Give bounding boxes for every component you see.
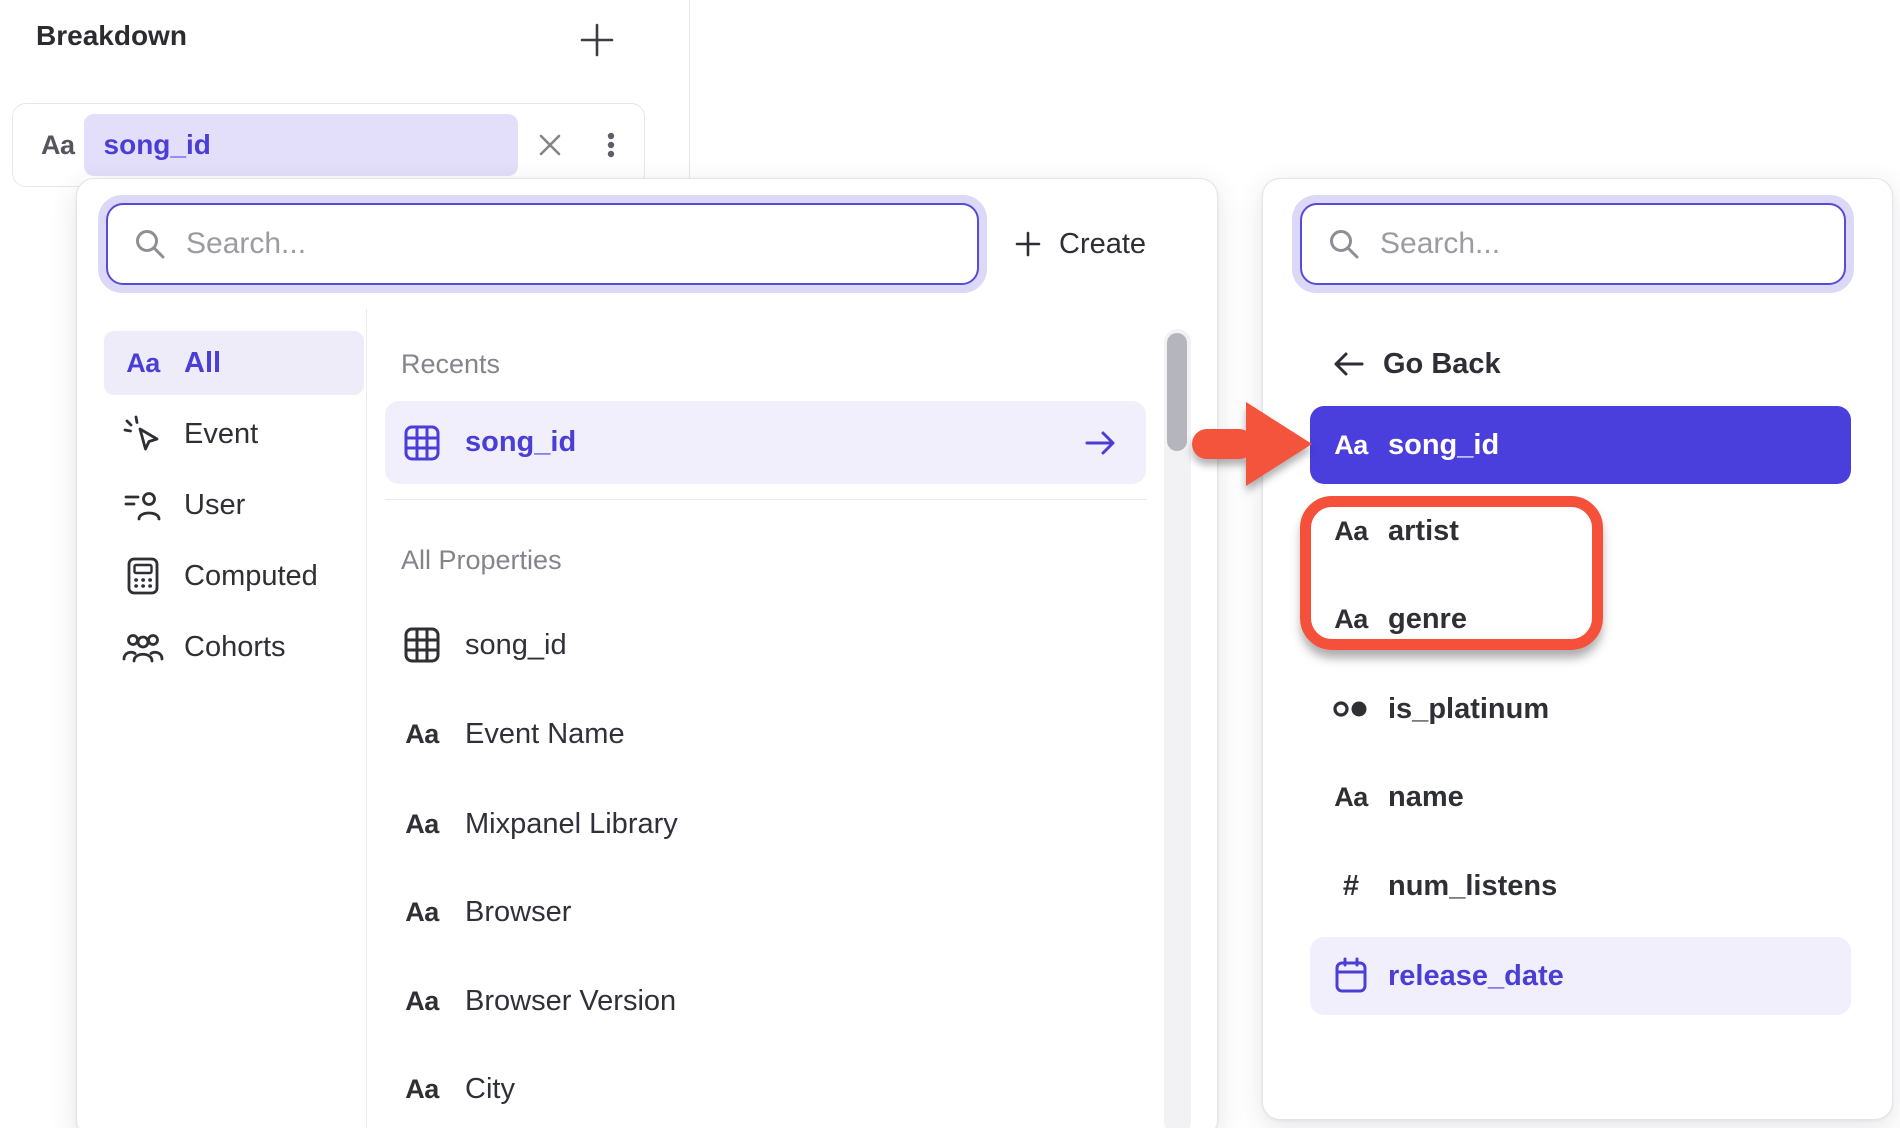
add-breakdown-button[interactable]: [574, 18, 620, 64]
text-type-icon: Aa: [1334, 430, 1368, 461]
left-search-box: [98, 195, 987, 293]
grid-type-icon: [402, 625, 442, 665]
plus-icon: [1013, 229, 1043, 259]
create-button[interactable]: Create: [1013, 195, 1146, 293]
text-type-icon: Aa: [405, 986, 439, 1017]
text-type-icon: Aa: [1334, 782, 1368, 813]
text-type-icon: Aa: [405, 897, 439, 928]
property-label: City: [465, 1073, 515, 1106]
text-type-icon: Aa: [405, 719, 439, 750]
breakdown-title: Breakdown: [36, 20, 187, 52]
property-row-browser-version[interactable]: Aa Browser Version: [385, 972, 1146, 1030]
property-detail-panel: Go Back Aa song_id Aa artist Aa genre is…: [1262, 178, 1893, 1120]
search-icon: [132, 226, 168, 262]
sidebar-item-computed[interactable]: Computed: [104, 544, 364, 608]
create-label: Create: [1059, 228, 1146, 261]
cohorts-icon: [122, 629, 164, 665]
plus-icon: [575, 18, 619, 62]
detail-row-label: name: [1388, 781, 1464, 814]
category-sidebar: Aa All Event User Computed: [104, 331, 364, 686]
detail-row-num-listens[interactable]: # num_listens: [1310, 857, 1851, 915]
sidebar-item-cohorts[interactable]: Cohorts: [104, 615, 364, 679]
scrollbar-thumb[interactable]: [1167, 333, 1187, 451]
sidebar-item-all[interactable]: Aa All: [104, 331, 364, 395]
scrollbar-track[interactable]: [1164, 329, 1191, 1128]
property-label: Event Name: [465, 718, 625, 751]
chip-value-pill[interactable]: song_id: [84, 114, 518, 176]
breakdown-chip: Aa song_id: [12, 103, 645, 187]
close-icon: [533, 128, 567, 162]
detail-row-song-id[interactable]: Aa song_id: [1310, 406, 1851, 484]
recent-item-song-id[interactable]: song_id: [385, 401, 1146, 484]
detail-row-genre[interactable]: Aa genre: [1310, 590, 1851, 648]
sidebar-item-label: User: [184, 489, 245, 522]
detail-row-label: num_listens: [1388, 870, 1557, 903]
detail-row-name[interactable]: Aa name: [1310, 768, 1851, 826]
property-label: Mixpanel Library: [465, 808, 678, 841]
left-search-input[interactable]: [186, 227, 778, 261]
text-type-icon: Aa: [405, 809, 439, 840]
right-search-box: [1292, 195, 1854, 293]
text-type-icon: Aa: [1334, 516, 1368, 547]
detail-row-label: song_id: [1388, 429, 1499, 462]
property-row-mixpanel-library[interactable]: Aa Mixpanel Library: [385, 795, 1146, 853]
kebab-icon: [594, 128, 628, 162]
detail-row-label: is_platinum: [1388, 693, 1549, 726]
chip-options-button[interactable]: [594, 128, 628, 162]
property-row-browser[interactable]: Aa Browser: [385, 883, 1146, 941]
sidebar-item-user[interactable]: User: [104, 473, 364, 537]
screenshot-stage: Breakdown Aa song_id Create: [0, 0, 1900, 1128]
sidebar-item-label: All: [184, 347, 221, 380]
sidebar-item-label: Computed: [184, 560, 318, 593]
sidebar-divider: [366, 309, 367, 1128]
search-icon: [1326, 226, 1362, 262]
property-row-event-name[interactable]: Aa Event Name: [385, 705, 1146, 763]
detail-row-artist[interactable]: Aa artist: [1310, 502, 1851, 560]
detail-row-label: release_date: [1388, 960, 1564, 993]
number-type-icon: #: [1343, 870, 1359, 903]
detail-row-release-date[interactable]: release_date: [1310, 937, 1851, 1015]
property-label: song_id: [465, 629, 567, 662]
right-search-field: [1300, 203, 1846, 285]
right-search-input[interactable]: [1380, 227, 1743, 261]
remove-chip-button[interactable]: [533, 128, 567, 162]
arrow-left-icon: [1331, 348, 1367, 380]
recent-item-label: song_id: [465, 426, 576, 459]
event-cursor-icon: [123, 414, 163, 454]
chip-value: song_id: [104, 129, 211, 161]
recents-header: Recents: [401, 349, 500, 380]
boolean-type-icon: [1330, 694, 1372, 724]
text-type-icon: Aa: [41, 130, 75, 161]
text-type-icon: Aa: [405, 1074, 439, 1105]
sidebar-item-label: Cohorts: [184, 631, 286, 664]
left-search-field: [106, 203, 979, 285]
detail-row-is-platinum[interactable]: is_platinum: [1310, 680, 1851, 738]
sidebar-item-event[interactable]: Event: [104, 402, 364, 466]
property-row-song-id[interactable]: song_id: [385, 616, 1146, 674]
detail-row-label: genre: [1388, 603, 1467, 636]
detail-row-label: artist: [1388, 515, 1459, 548]
property-row-city[interactable]: Aa City: [385, 1060, 1146, 1118]
grid-type-icon: [402, 423, 442, 463]
go-back-label: Go Back: [1383, 348, 1501, 381]
calendar-type-icon: [1332, 956, 1370, 996]
sidebar-item-label: Event: [184, 418, 258, 451]
section-divider: [385, 499, 1146, 500]
all-properties-header: All Properties: [401, 545, 562, 576]
property-picker-panel: Create Aa All Event User: [76, 178, 1218, 1128]
calculator-icon: [124, 556, 162, 596]
text-type-icon: Aa: [1334, 604, 1368, 635]
user-icon: [123, 487, 163, 523]
property-label: Browser: [465, 896, 571, 929]
go-back-button[interactable]: Go Back: [1303, 335, 1501, 393]
text-type-icon: Aa: [126, 348, 160, 379]
property-label: Browser Version: [465, 985, 676, 1018]
arrow-right-icon: [1082, 427, 1120, 459]
